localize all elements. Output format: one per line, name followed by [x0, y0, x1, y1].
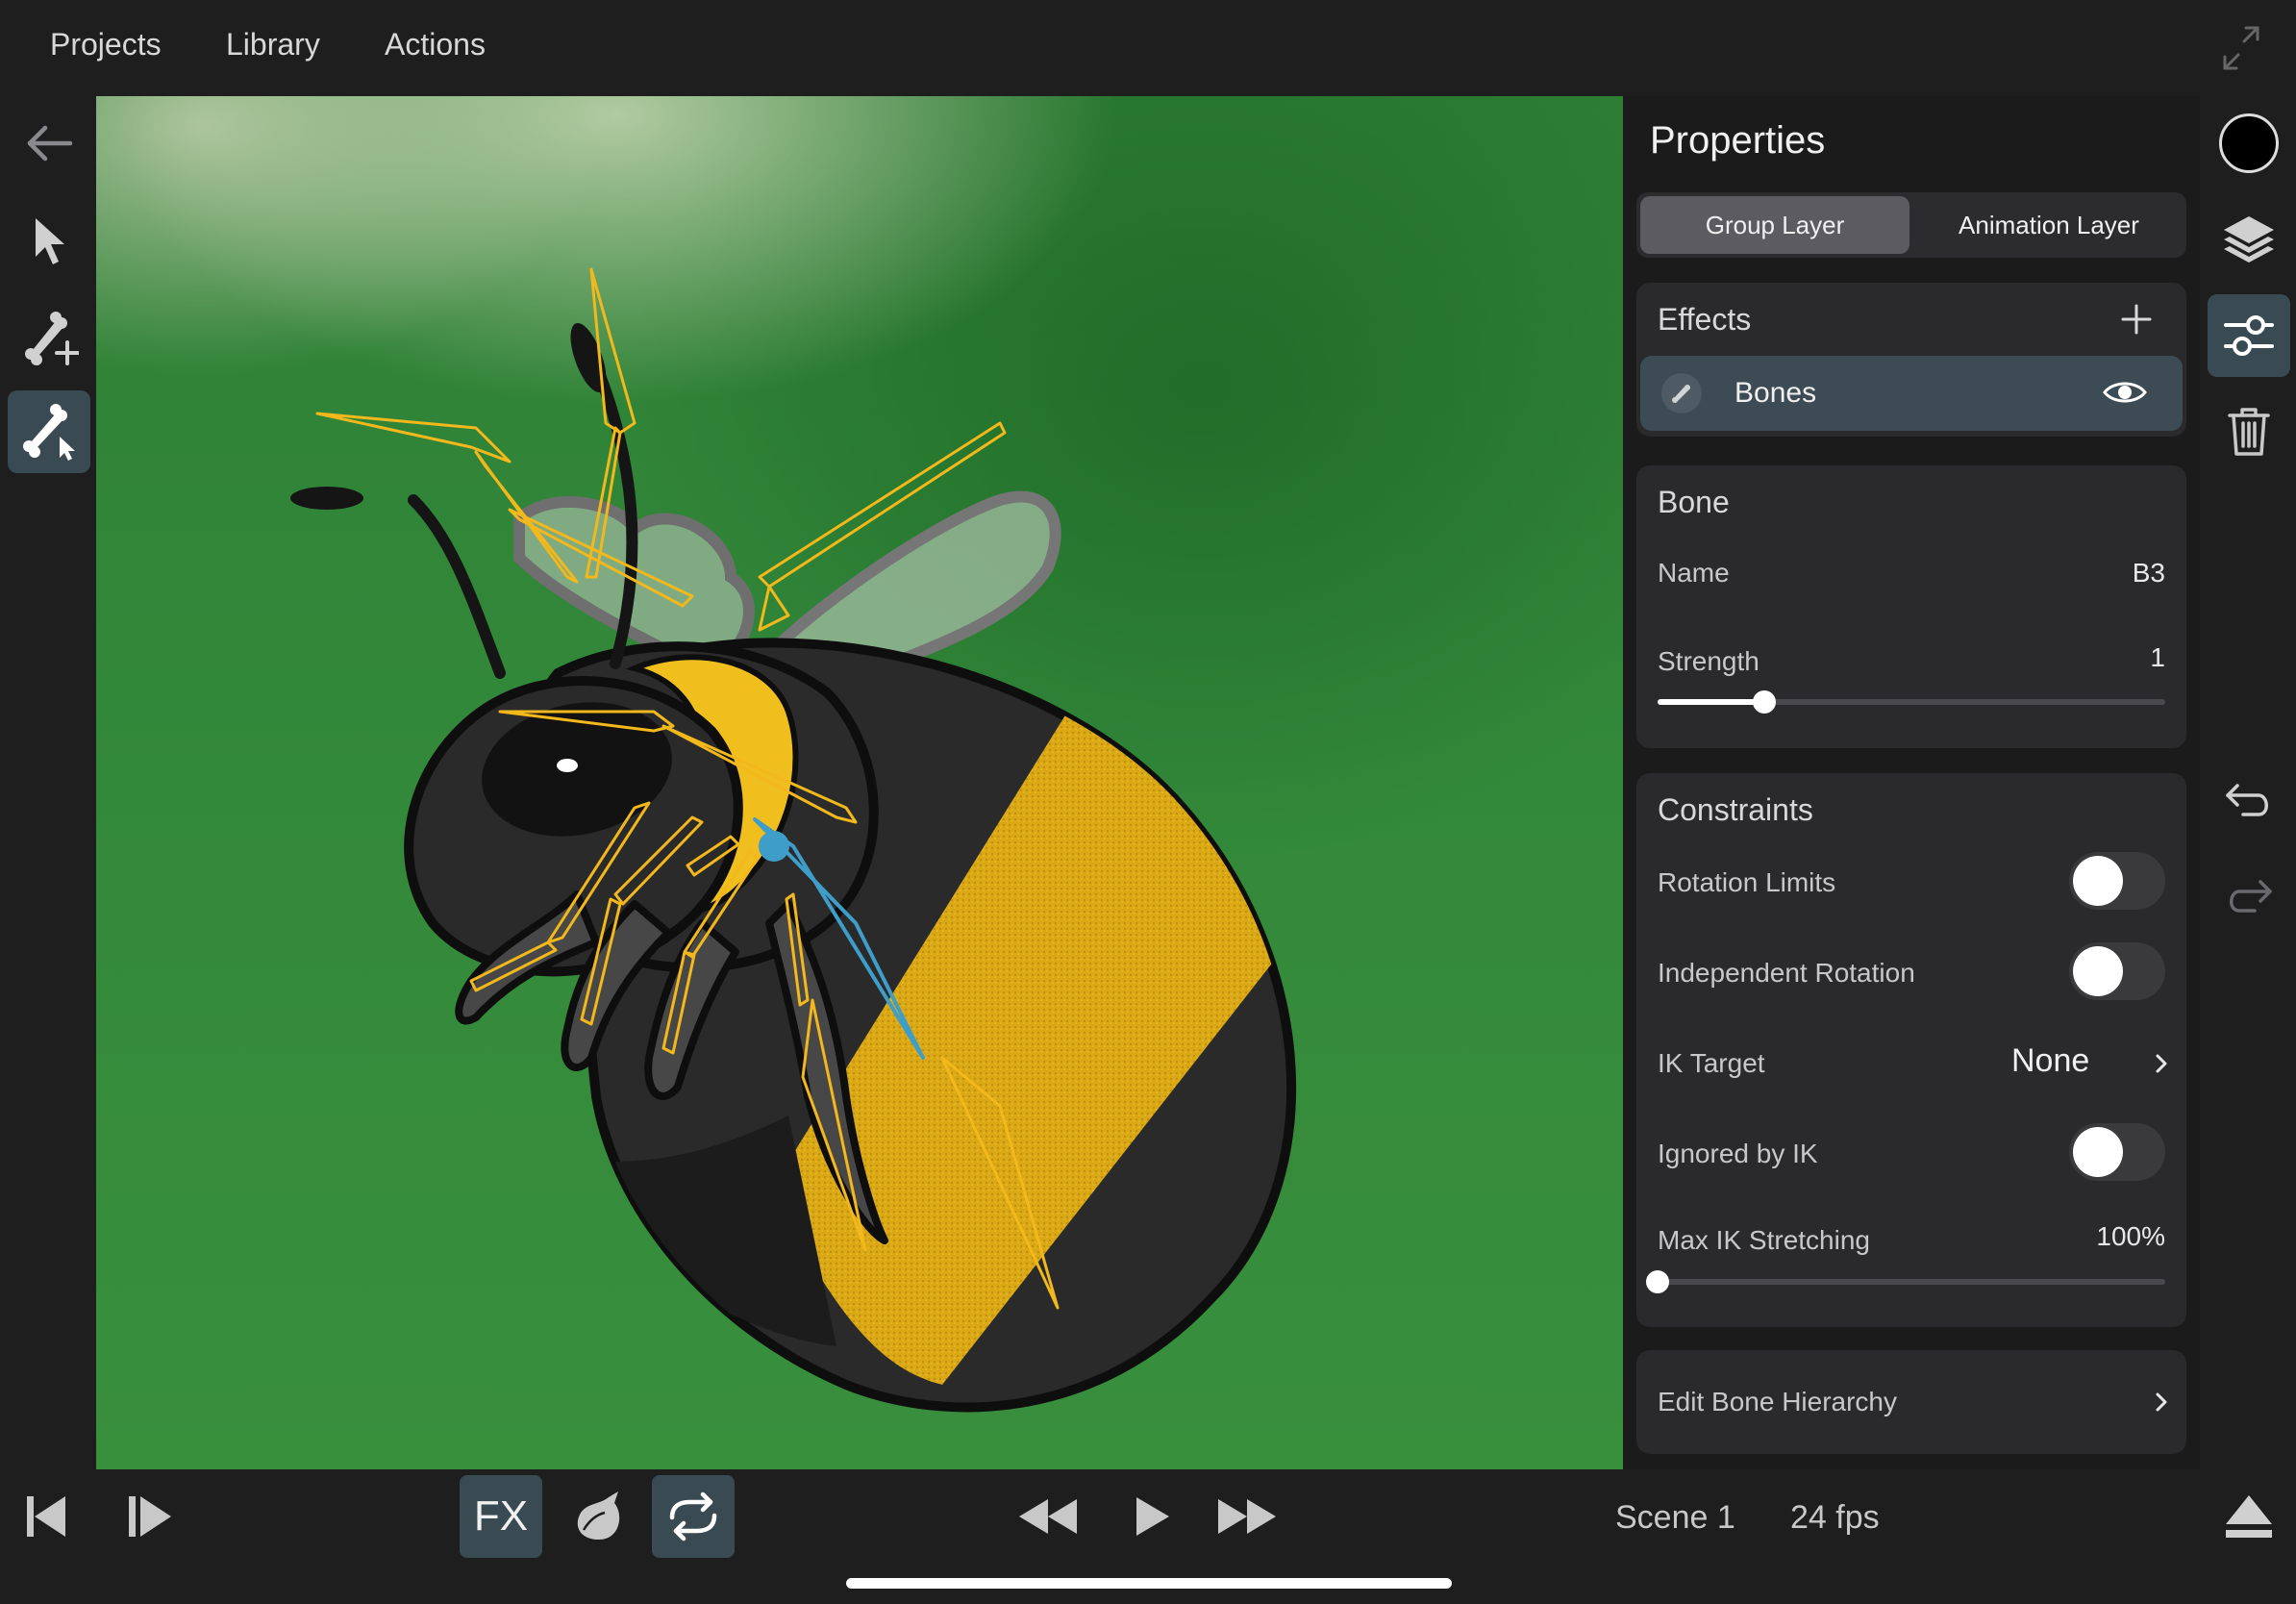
ik-target-label: IK Target — [1658, 1048, 1765, 1078]
strength-slider-fill — [1658, 699, 1764, 705]
fx-button[interactable]: FX — [460, 1475, 542, 1558]
back-arrow-icon[interactable] — [8, 102, 90, 185]
edit-bone-hierarchy-row[interactable]: Edit Bone Hierarchy — [1636, 1350, 2186, 1454]
max-ik-stretching-slider-knob[interactable] — [1646, 1270, 1669, 1293]
pointer-icon[interactable] — [8, 200, 90, 283]
edit-bone-hierarchy-label: Edit Bone Hierarchy — [1658, 1387, 1898, 1416]
panel-title: Properties — [1650, 119, 1826, 162]
effects-card: Effects Bones — [1636, 283, 2186, 437]
effect-item-bones[interactable]: Bones — [1640, 356, 2183, 431]
menu-projects[interactable]: Projects — [50, 27, 162, 63]
chevron-right-icon — [2152, 1389, 2171, 1416]
undo-icon[interactable] — [2208, 760, 2290, 842]
max-ik-stretching-value: 100% — [2096, 1221, 2165, 1251]
loop-icon[interactable] — [652, 1475, 735, 1558]
add-effect-icon[interactable] — [2117, 300, 2156, 338]
sliders-icon[interactable] — [2208, 294, 2290, 377]
drawing-canvas[interactable] — [96, 96, 1623, 1469]
chevron-right-icon[interactable] — [2152, 1050, 2171, 1077]
fps-label[interactable]: 24 fps — [1790, 1499, 1880, 1537]
strength-slider-knob[interactable] — [1753, 690, 1776, 714]
menu-actions[interactable]: Actions — [385, 27, 486, 63]
home-indicator[interactable] — [846, 1578, 1452, 1589]
bone-card: Bone Name B3 Strength 1 — [1636, 465, 2186, 748]
rotation-limits-label: Rotation Limits — [1658, 867, 1836, 897]
play-icon[interactable] — [1125, 1475, 1179, 1558]
max-ik-stretching-label: Max IK Stretching — [1658, 1225, 1870, 1255]
constraints-title: Constraints — [1658, 792, 1813, 827]
bone-name-label: Name — [1658, 558, 1730, 588]
strength-label: Strength — [1658, 646, 1759, 676]
eye-icon[interactable] — [2102, 375, 2148, 410]
bone-name-value[interactable]: B3 — [2133, 558, 2165, 589]
independent-rotation-label: Independent Rotation — [1658, 958, 1915, 988]
tab-group-layer[interactable]: Group Layer — [1640, 196, 1909, 254]
step-back-icon[interactable] — [13, 1475, 81, 1558]
bone-effect-icon — [1661, 373, 1702, 414]
scene-label[interactable]: Scene 1 — [1615, 1499, 1735, 1537]
effects-title: Effects — [1658, 302, 1752, 337]
redo-icon[interactable] — [2208, 856, 2290, 939]
bone-select-icon[interactable] — [8, 390, 90, 473]
ignored-by-ik-toggle[interactable] — [2069, 1123, 2165, 1181]
ignored-by-ik-label: Ignored by IK — [1658, 1139, 1818, 1168]
onion-skin-icon[interactable] — [558, 1475, 640, 1558]
color-swatch-icon[interactable] — [2208, 102, 2290, 185]
fast-forward-icon[interactable] — [1213, 1475, 1281, 1558]
independent-rotation-toggle[interactable] — [2069, 942, 2165, 1000]
bone-title: Bone — [1658, 485, 1730, 519]
constraints-card: Constraints Rotation Limits Independent … — [1636, 773, 2186, 1327]
trash-icon[interactable] — [2208, 390, 2290, 473]
strength-value: 1 — [2150, 642, 2165, 672]
eject-icon[interactable] — [2208, 1475, 2290, 1558]
max-ik-stretching-slider[interactable] — [1646, 1270, 2165, 1293]
tab-animation-layer[interactable]: Animation Layer — [1915, 196, 2183, 254]
strength-slider[interactable] — [1658, 690, 2165, 714]
rotation-limits-toggle[interactable] — [2069, 852, 2165, 910]
bee-illustration — [290, 267, 1296, 1413]
layer-type-segmented-control: Group Layer Animation Layer — [1636, 192, 2186, 258]
rewind-icon[interactable] — [1017, 1475, 1079, 1558]
add-bone-icon[interactable] — [8, 296, 90, 379]
effect-label: Bones — [1734, 377, 1817, 409]
fx-label: FX — [473, 1492, 529, 1540]
layers-icon[interactable] — [2208, 198, 2290, 281]
ik-target-value[interactable]: None — [2011, 1042, 2089, 1080]
expand-icon[interactable] — [2221, 24, 2261, 72]
step-forward-icon[interactable] — [113, 1475, 181, 1558]
menu-library[interactable]: Library — [226, 27, 320, 63]
